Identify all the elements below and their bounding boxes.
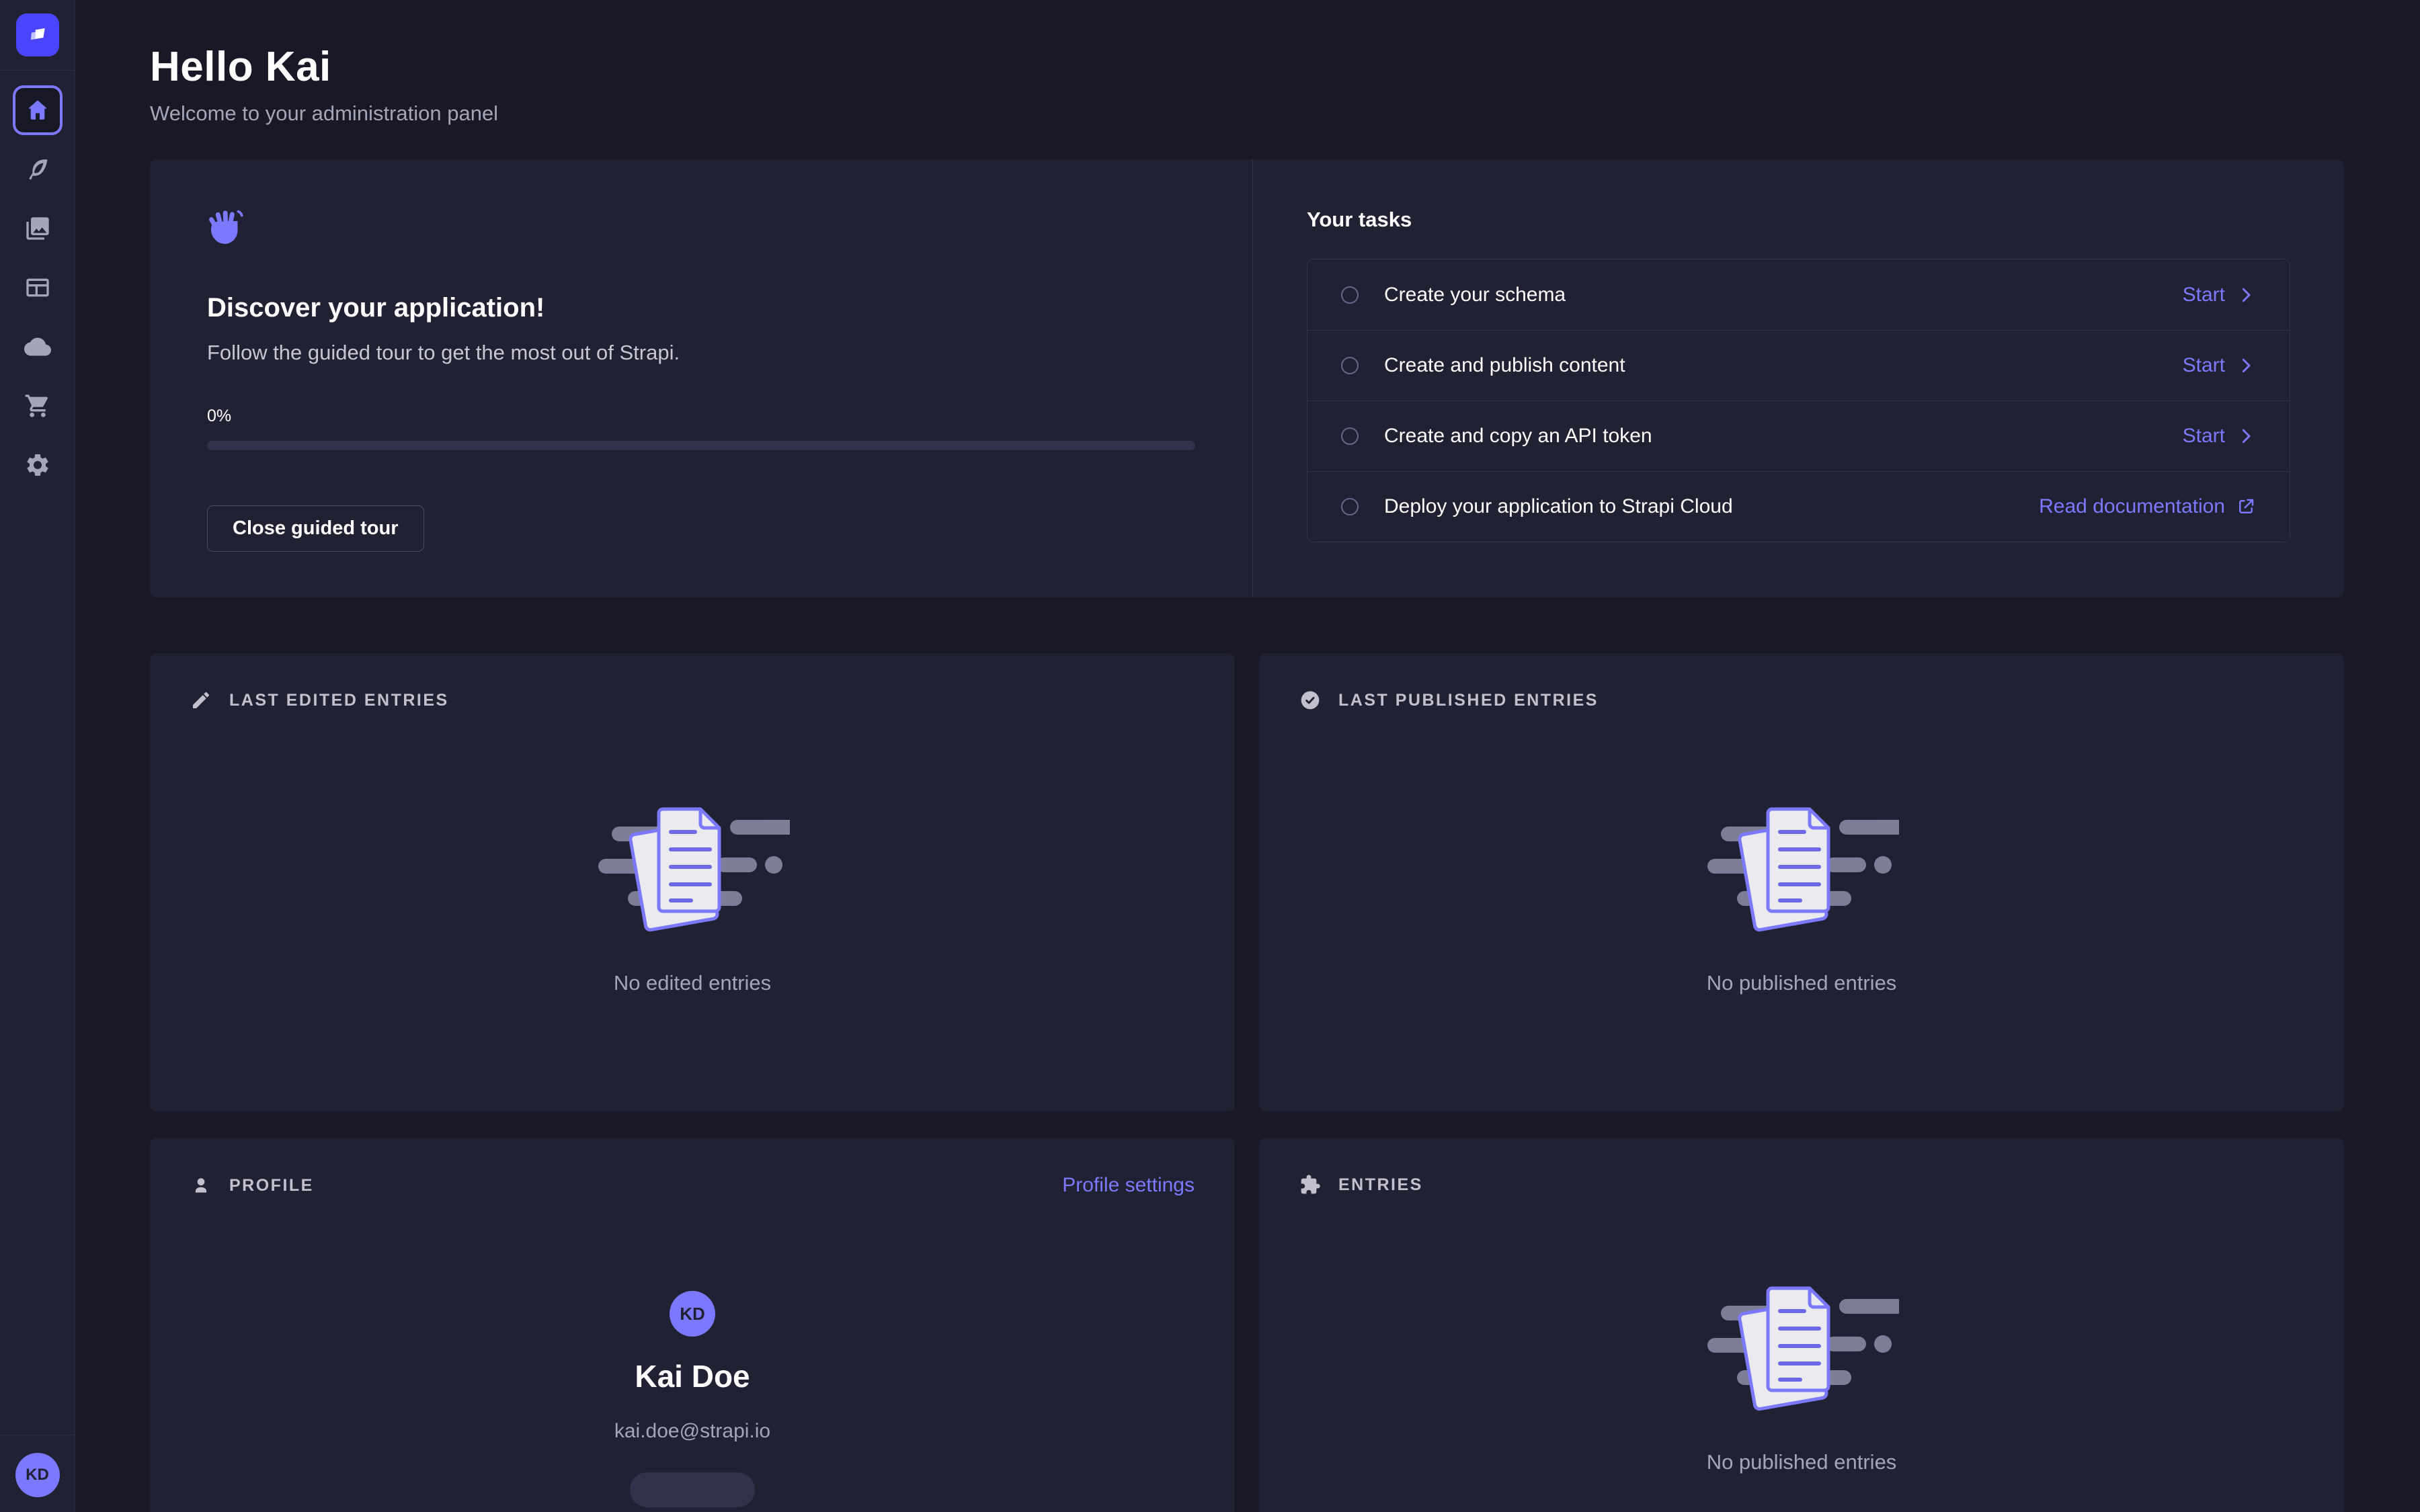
guided-tour-section: Discover your application! Follow the gu… [150,159,1253,597]
page-subtitle: Welcome to your administration panel [150,101,2345,126]
task-action-label: Read documentation [2039,495,2225,518]
sidebar-item-media-library[interactable] [13,204,63,253]
waving-hand-icon [207,209,1195,255]
sidebar-item-content-manager[interactable] [13,144,63,194]
entries-widget: ENTRIES [1259,1138,2344,1512]
main-content: Hello Kai Welcome to your administration… [75,0,2420,1512]
chevron-right-icon [2236,426,2256,446]
strapi-logo-icon [25,22,50,48]
widget-title: LAST PUBLISHED ENTRIES [1338,691,1599,710]
sidebar-footer: KD [0,1435,75,1512]
widgets-row-2: PROFILE Profile settings KD Kai Doe kai.… [150,1138,2344,1512]
profile-role-badge [630,1472,755,1507]
task-status-circle [1341,498,1359,515]
task-action-label: Start [2183,425,2225,448]
profile-name: Kai Doe [635,1358,750,1394]
widget-title: ENTRIES [1338,1175,1423,1195]
last-published-entries-widget: LAST PUBLISHED ENTRIES [1259,653,2344,1111]
task-row: Create and copy an API token Start [1307,401,2290,471]
cloud-icon [24,333,51,360]
guided-tour-subtitle: Follow the guided tour to get the most o… [207,341,1195,365]
sidebar-nav [13,71,63,490]
close-guided-tour-button[interactable]: Close guided tour [207,505,424,552]
task-action-label: Start [2183,354,2225,377]
page-title: Hello Kai [150,43,2345,91]
task-status-circle [1341,286,1359,304]
gear-icon [24,452,51,478]
task-start-link[interactable]: Start [2183,425,2256,448]
task-label: Create and publish content [1384,354,1625,377]
external-link-icon [2236,497,2256,517]
media-library-icon [24,215,51,242]
empty-state-caption: No edited entries [614,971,771,995]
widget-body: No edited entries [190,711,1195,995]
profile-avatar: KD [670,1291,715,1337]
task-label: Create and copy an API token [1384,425,1652,448]
widget-title: PROFILE [229,1176,314,1195]
check-circle-icon [1299,689,1321,711]
chevron-right-icon [2236,285,2256,305]
sidebar-item-home[interactable] [13,85,63,135]
sidebar: KD [0,0,75,1512]
empty-documents-illustration [595,800,790,941]
progress-bar [207,441,1195,450]
empty-documents-illustration [1704,1279,1899,1421]
sidebar-item-settings[interactable] [13,440,63,490]
empty-documents-illustration [1704,800,1899,941]
task-start-link[interactable]: Start [2183,354,2256,377]
task-action-label: Start [2183,284,2225,306]
widget-header: PROFILE Profile settings [190,1174,1195,1197]
cart-icon [24,392,51,419]
task-list: Create your schema Start Create and publ… [1307,259,2290,542]
person-icon [190,1175,212,1196]
empty-state-caption: No published entries [1707,1450,1897,1474]
profile-settings-link[interactable]: Profile settings [1062,1174,1195,1197]
sidebar-item-marketplace[interactable] [13,381,63,431]
guided-tour-card: Discover your application! Follow the gu… [150,159,2344,597]
widget-body: No published entries [1299,711,2304,995]
pencil-icon [190,689,212,711]
layout-builder-icon [24,274,51,301]
strapi-admin-dashboard: KD Hello Kai Welcome to your administrat… [0,0,2420,1512]
widget-body: No published entries [1299,1195,2304,1474]
task-label: Deploy your application to Strapi Cloud [1384,495,1733,518]
task-status-circle [1341,357,1359,374]
profile-widget: PROFILE Profile settings KD Kai Doe kai.… [150,1138,1235,1512]
progress-label: 0% [207,407,1195,426]
sidebar-item-content-type-builder[interactable] [13,263,63,312]
widget-title: LAST EDITED ENTRIES [229,691,449,710]
feather-icon [24,156,51,183]
task-label: Create your schema [1384,284,1566,306]
user-avatar[interactable]: KD [15,1453,60,1497]
widget-header: ENTRIES [1299,1174,2304,1195]
empty-state-caption: No published entries [1707,971,1897,995]
widget-header: LAST PUBLISHED ENTRIES [1299,689,2304,711]
tasks-section: Your tasks Create your schema Start Crea… [1253,159,2344,597]
widget-header: LAST EDITED ENTRIES [190,689,1195,711]
task-start-link[interactable]: Start [2183,284,2256,306]
task-row: Create your schema Start [1307,259,2290,330]
guided-tour-title: Discover your application! [207,293,1195,323]
strapi-logo[interactable] [16,13,59,56]
task-row: Create and publish content Start [1307,330,2290,401]
logo-section [0,0,75,71]
task-status-circle [1341,427,1359,445]
widget-body: KD Kai Doe kai.doe@strapi.io [190,1197,1195,1507]
tasks-title: Your tasks [1307,208,2290,232]
task-row: Deploy your application to Strapi Cloud … [1307,471,2290,542]
chevron-right-icon [2236,355,2256,376]
read-documentation-link[interactable]: Read documentation [2039,495,2256,518]
profile-email: kai.doe@strapi.io [614,1420,770,1443]
widgets-row-1: LAST EDITED ENTRIES [150,653,2344,1111]
sidebar-item-strapi-cloud[interactable] [13,322,63,372]
last-edited-entries-widget: LAST EDITED ENTRIES [150,653,1235,1111]
entries-icon [1299,1174,1321,1195]
home-icon [24,97,51,124]
